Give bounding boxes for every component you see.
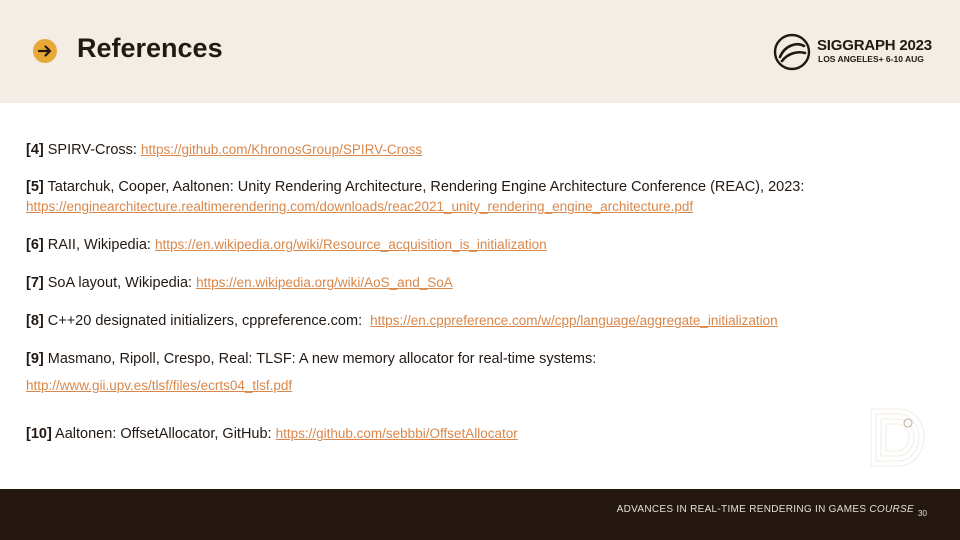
reference-number: [8] [26,313,44,329]
reference-text: Aaltonen: OffsetAllocator, GitHub: [55,426,272,442]
reference-link[interactable]: https://github.com/KhronosGroup/SPIRV-Cr… [141,142,422,157]
reference-item: [5] Tatarchuk, Cooper, Aaltonen: Unity R… [26,178,804,217]
reference-number: [5] [26,179,44,195]
watermark-graphic [870,408,925,467]
reference-text: Masmano, Ripoll, Crespo, Real: TLSF: A n… [47,351,597,367]
course-title: ADVANCES IN REAL-TIME RENDERING IN GAMES… [616,504,914,515]
slide-header: References SIGGRAPH 2023 LOS ANGELES+ 6-… [0,0,960,103]
reference-text: RAII, Wikipedia: [47,237,151,253]
reference-item: [10] Aaltonen: OffsetAllocator, GitHub: … [26,424,518,444]
logo-name: SIGGRAPH 2023 [817,37,932,54]
reference-number: [10] [26,426,52,442]
reference-number: [9] [26,351,44,367]
reference-item: [6] RAII, Wikipedia: https://en.wikipedi… [26,235,547,255]
reference-link[interactable]: https://en.wikipedia.org/wiki/Resource_a… [155,237,547,252]
siggraph-emblem-icon [773,33,811,71]
reference-number: [7] [26,275,44,291]
reference-link[interactable]: https://en.wikipedia.org/wiki/AoS_and_So… [196,275,453,290]
reference-item: [9] Masmano, Ripoll, Crespo, Real: TLSF:… [26,350,596,396]
page-title: References [77,33,223,63]
logo-subtitle: LOS ANGELES+ 6-10 AUG [818,54,924,64]
page-number: 30 [918,509,927,518]
siggraph-logo: SIGGRAPH 2023 LOS ANGELES+ 6-10 AUG [773,33,943,71]
reference-link[interactable]: https://en.cppreference.com/w/cpp/langua… [370,313,778,328]
reference-item: [4] SPIRV-Cross: https://github.com/Khro… [26,140,422,160]
arrow-right-icon [33,39,57,63]
reference-link[interactable]: https://enginearchitecture.realtimerende… [26,199,693,214]
reference-text: SoA layout, Wikipedia: [47,275,193,291]
reference-text: Tatarchuk, Cooper, Aaltonen: Unity Rende… [47,179,805,195]
reference-number: [4] [26,142,44,158]
reference-text: C++20 designated initializers, cpprefere… [47,313,363,329]
slide-footer: ADVANCES IN REAL-TIME RENDERING IN GAMES… [0,489,960,540]
reference-link[interactable]: http://www.gii.upv.es/tlsf/files/ecrts04… [26,378,292,393]
reference-item: [8] C++20 designated initializers, cppre… [26,311,778,331]
reference-item: [7] SoA layout, Wikipedia: https://en.wi… [26,273,453,293]
reference-text: SPIRV-Cross: [47,142,137,158]
reference-link[interactable]: https://github.com/sebbbi/OffsetAllocato… [276,426,518,441]
reference-number: [6] [26,237,44,253]
